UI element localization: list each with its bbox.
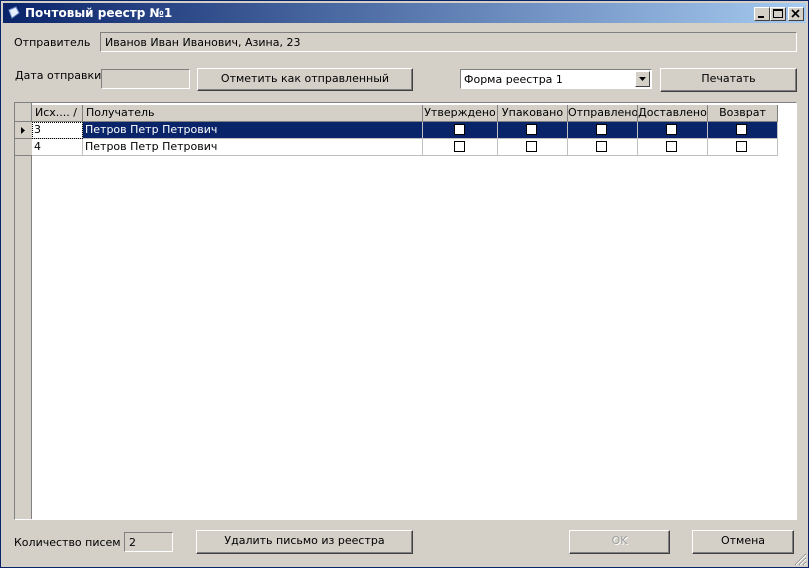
delivered-checkbox[interactable] xyxy=(666,141,677,152)
col-header-sent[interactable]: Отправлено xyxy=(568,105,638,122)
chevron-down-icon xyxy=(639,77,646,81)
table-cell-returned[interactable] xyxy=(708,139,778,156)
close-button[interactable] xyxy=(788,7,804,21)
current-row-arrow-icon xyxy=(21,127,25,134)
registry-window: Почтовый реестр №1 Отправитель Иванов Ив… xyxy=(0,0,809,568)
send-date-label: Дата отправки xyxy=(15,69,102,82)
table-cell-approved[interactable] xyxy=(423,139,498,156)
table-cell-recipient[interactable]: Петров Петр Петрович xyxy=(83,139,423,156)
table-cell-sent[interactable] xyxy=(568,139,638,156)
minimize-icon xyxy=(758,16,764,18)
col-header-delivered[interactable]: Доставлено xyxy=(638,105,708,122)
table-cell-sent[interactable] xyxy=(568,122,638,139)
minimize-button[interactable] xyxy=(754,7,770,21)
cancel-button[interactable]: Отмена xyxy=(692,530,794,554)
app-icon xyxy=(8,6,20,19)
table-cell-packed[interactable] xyxy=(498,139,568,156)
maximize-button[interactable] xyxy=(770,7,786,21)
col-header-approved[interactable]: Утверждено xyxy=(423,105,498,122)
col-header-recipient[interactable]: Получатель xyxy=(83,105,423,122)
maximize-icon xyxy=(773,9,783,18)
returned-checkbox[interactable] xyxy=(736,141,747,152)
form-select-value: Форма реестра 1 xyxy=(464,73,563,86)
row-indicator[interactable] xyxy=(15,139,32,156)
table-cell-returned[interactable] xyxy=(708,122,778,139)
returned-checkbox[interactable] xyxy=(736,124,747,135)
table-cell-num[interactable]: 4 xyxy=(32,139,83,156)
sent-checkbox[interactable] xyxy=(596,124,607,135)
packed-checkbox[interactable] xyxy=(526,124,537,135)
resize-grip-icon[interactable] xyxy=(793,552,807,566)
form-select[interactable]: Форма реестра 1 xyxy=(460,69,652,89)
letters-grid[interactable]: Исх.... / Получатель Утверждено Упакован… xyxy=(14,102,797,520)
send-date-field[interactable] xyxy=(101,69,190,89)
title-bar[interactable]: Почтовый реестр №1 xyxy=(3,3,806,23)
approved-checkbox[interactable] xyxy=(454,124,465,135)
delete-letter-button[interactable]: Удалить письмо из реестра xyxy=(196,530,413,554)
sender-field[interactable]: Иванов Иван Иванович, Азина, 23 xyxy=(100,32,797,52)
approved-checkbox[interactable] xyxy=(454,141,465,152)
row-indicator[interactable] xyxy=(15,122,32,139)
table-cell-approved[interactable] xyxy=(423,122,498,139)
sent-checkbox[interactable] xyxy=(596,141,607,152)
row-indicator-column xyxy=(15,103,32,519)
close-icon xyxy=(791,9,800,18)
col-header-packed[interactable]: Упаковано xyxy=(498,105,568,122)
table-cell-recipient[interactable]: Петров Петр Петрович xyxy=(83,122,423,139)
col-header-returned[interactable]: Возврат xyxy=(708,105,778,122)
col-header-num[interactable]: Исх.... / xyxy=(32,105,83,122)
mark-sent-button[interactable]: Отметить как отправленный xyxy=(197,68,413,91)
grid-corner xyxy=(15,105,32,122)
sender-label: Отправитель xyxy=(14,36,91,49)
dropdown-button[interactable] xyxy=(635,71,650,87)
print-button[interactable]: Печатать xyxy=(660,68,797,92)
table-cell-delivered[interactable] xyxy=(638,139,708,156)
delivered-checkbox[interactable] xyxy=(666,124,677,135)
ok-button[interactable]: OK xyxy=(569,530,670,554)
letters-count-label: Количество писем xyxy=(14,536,121,549)
packed-checkbox[interactable] xyxy=(526,141,537,152)
table-cell-packed[interactable] xyxy=(498,122,568,139)
window-title: Почтовый реестр №1 xyxy=(25,6,173,20)
table-cell-num[interactable]: 3 xyxy=(32,122,83,139)
table-cell-delivered[interactable] xyxy=(638,122,708,139)
letters-count-field: 2 xyxy=(124,532,173,552)
